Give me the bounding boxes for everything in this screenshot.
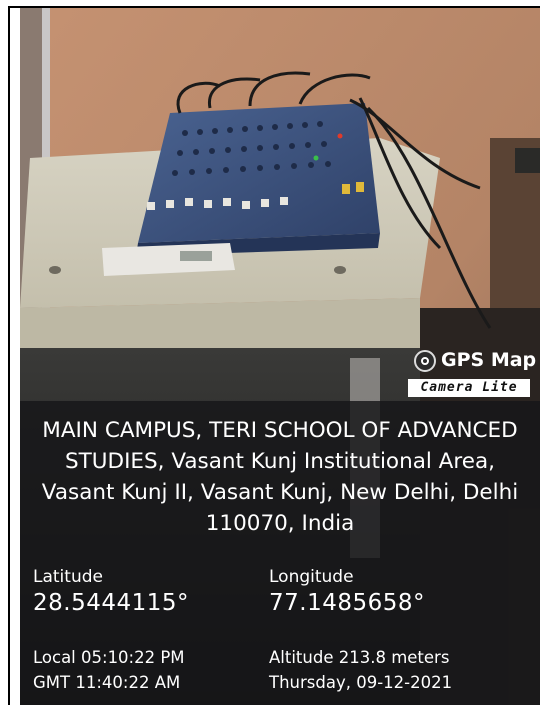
longitude-label: Longitude (269, 567, 354, 587)
mixer-led-red (337, 133, 343, 139)
longitude-value: 77.1485658° (269, 590, 426, 616)
remote-display (180, 251, 212, 261)
right-device (515, 148, 540, 173)
photo-frame: GPS Map Camera Lite MAIN CAMPUS, TERI SC… (0, 0, 540, 705)
camera-icon (414, 350, 436, 372)
latitude-value: 28.5444115° (33, 590, 190, 616)
latitude-label: Latitude (33, 567, 103, 587)
address-text: MAIN CAMPUS, TERI SCHOOL OF ADVANCED STU… (41, 418, 519, 536)
mixer-led-green (313, 155, 319, 161)
altitude: Altitude 213.8 meters (269, 648, 450, 667)
frame-left-border (8, 8, 10, 705)
cabinet-knob (49, 266, 61, 274)
local-time: Local 05:10:22 PM (33, 648, 185, 667)
gmt-time: GMT 11:40:22 AM (33, 673, 181, 692)
date: Thursday, 09-12-2021 (269, 673, 453, 692)
gps-info-overlay: MAIN CAMPUS, TERI SCHOOL OF ADVANCED STU… (20, 401, 540, 705)
watermark-subtitle: Camera Lite (408, 379, 530, 397)
watermark-title: GPS Map (441, 349, 537, 371)
watermark-badge: GPS Map Camera Lite (408, 348, 538, 404)
cabinet-knob (334, 266, 346, 274)
